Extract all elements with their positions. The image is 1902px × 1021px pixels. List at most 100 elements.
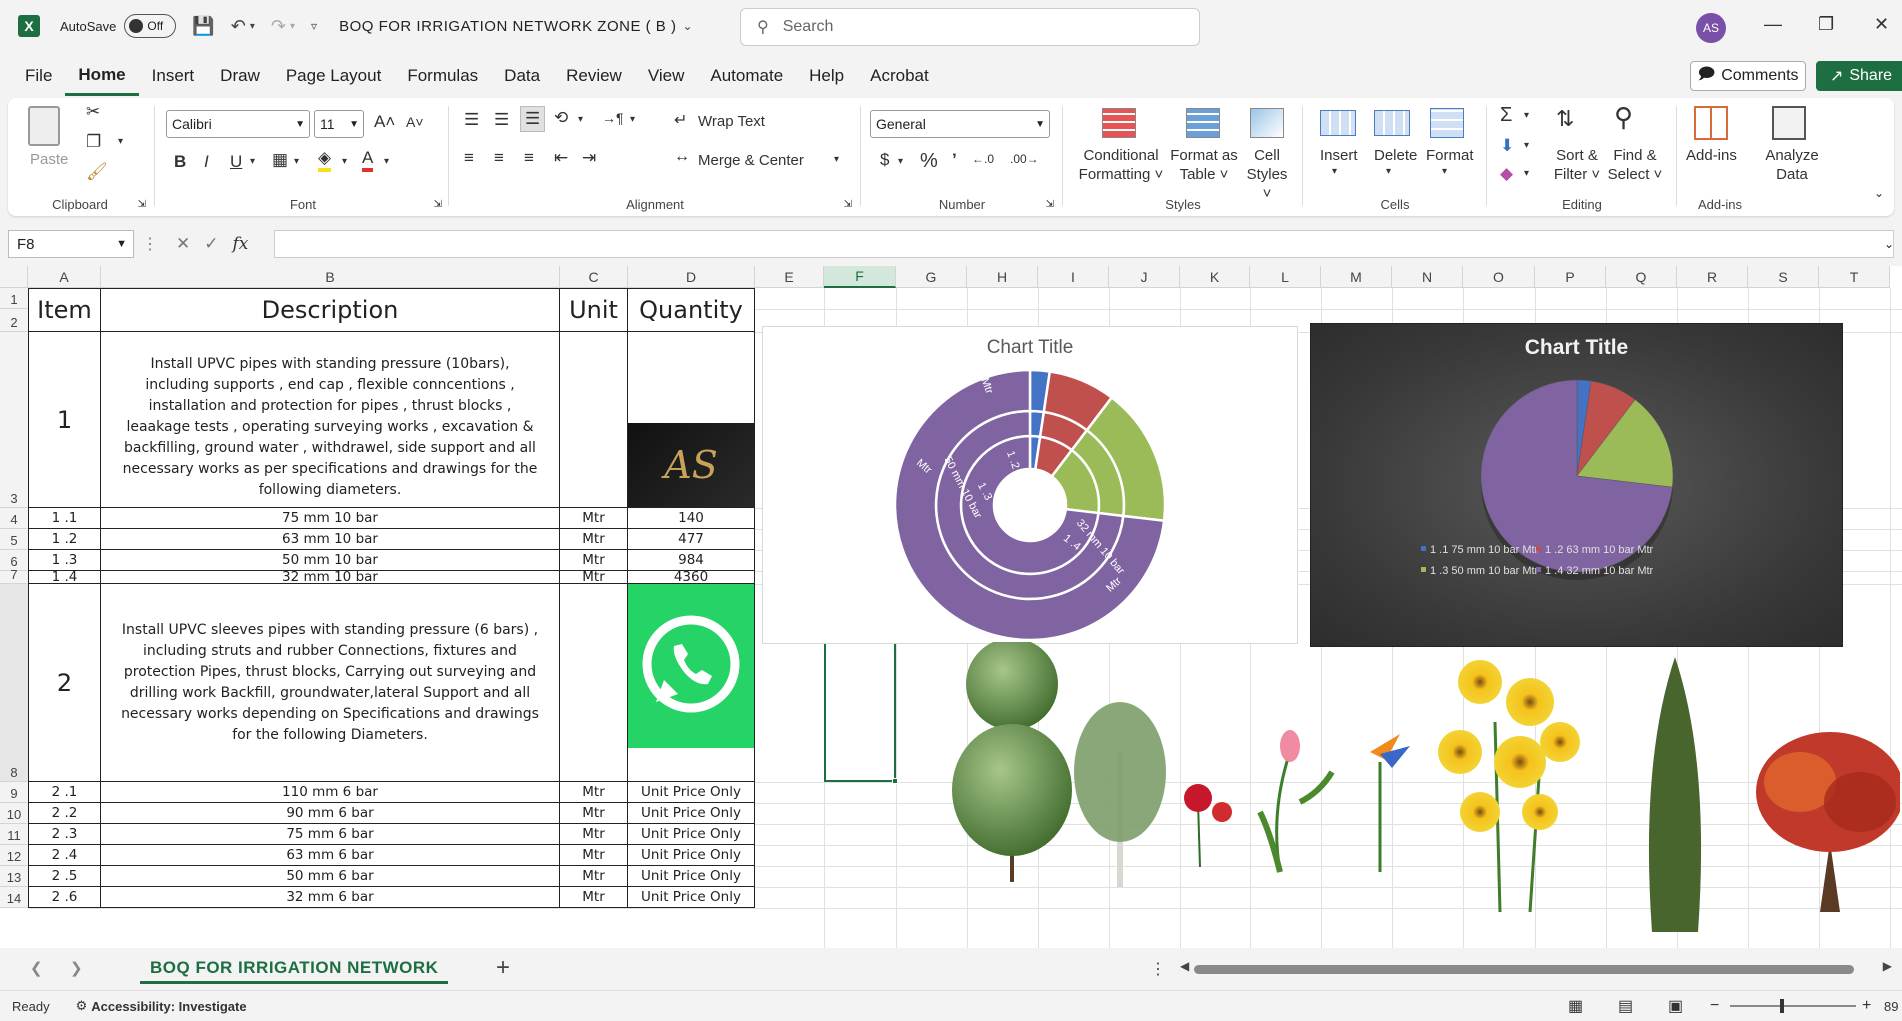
borders-dropdown-icon[interactable]: ▾ [294,156,299,167]
merge-center-icon[interactable]: ↔ [674,148,690,166]
format-as-table-button[interactable]: Format as Table ˅ [1170,146,1238,184]
increase-decimal-icon[interactable]: ←.0 [972,152,994,166]
tab-view[interactable]: View [635,56,698,96]
page-layout-view-icon[interactable]: ▤ [1618,996,1633,1016]
redo-dropdown-icon[interactable]: ▾ [290,21,295,32]
cell-description[interactable]: 32 mm 6 bar [101,887,560,908]
section1-unit[interactable] [560,332,628,508]
zoom-in-icon[interactable]: + [1862,997,1871,1015]
percent-icon[interactable]: % [920,150,938,173]
cell-description[interactable]: 63 mm 6 bar [101,845,560,866]
tab-data[interactable]: Data [491,56,553,96]
insert-function-icon[interactable]: fx [233,234,249,254]
cell-item[interactable]: 1 .2 [28,529,101,550]
cell-item[interactable]: 2 .3 [28,824,101,845]
redo-icon[interactable]: ↷ [271,16,286,37]
wrap-text-icon[interactable]: ↵ [674,110,687,130]
cell-item[interactable]: 2 .6 [28,887,101,908]
section2-quantity[interactable] [628,584,755,782]
tab-formulas[interactable]: Formulas [394,56,491,96]
tab-acrobat[interactable]: Acrobat [857,56,942,96]
enter-icon[interactable]: ✓ [204,234,218,254]
row-header-2[interactable]: 2 [0,309,28,332]
format-cells-button[interactable]: Format [1426,146,1474,165]
clipboard-launcher-icon[interactable]: ⇲ [138,199,146,210]
sort-filter-icon[interactable]: ⇅ [1556,106,1574,132]
column-header-k[interactable]: K [1180,266,1250,288]
font-color-dropdown-icon[interactable]: ▾ [384,156,389,167]
rtl-dropdown-icon[interactable]: ▾ [630,114,635,125]
decrease-decimal-icon[interactable]: .00→ [1010,152,1039,166]
pie-chart[interactable]: Chart Title 1 .1 75 mm 10 bar Mtr 1 .2 63… [1310,323,1843,647]
accessibility-status[interactable]: Accessibility: Investigate [91,999,246,1014]
column-header-n[interactable]: N [1392,266,1463,288]
increase-indent-icon[interactable]: ⇥ [582,148,596,168]
cell-quantity[interactable]: Unit Price Only [628,866,755,887]
cell-unit[interactable]: Mtr [560,824,628,845]
cell-item[interactable]: 2 .1 [28,782,101,803]
worksheet-grid[interactable]: ABCDEFGHIJKLMNOPQRST 1 2 3 4 5 6 7 8 9 10 11 12 13 14… [0,266,1902,948]
addins-button[interactable]: Add-ins [1686,146,1737,165]
header-description[interactable]: Description [101,288,560,332]
row-header-7[interactable]: 7 [0,567,28,584]
close-icon[interactable]: ✕ [1874,14,1889,35]
sheet-tab-boq[interactable]: BOQ FOR IRRIGATION NETWORK [140,954,449,984]
addins-icon[interactable] [1694,106,1728,140]
minimize-icon[interactable]: — [1764,14,1782,35]
share-button[interactable]: ↗ Share [1816,61,1902,91]
section2-unit[interactable] [560,584,628,782]
align-right-icon[interactable]: ≡ [524,148,534,168]
find-select-icon[interactable]: ⚲ [1614,102,1633,133]
section1-description[interactable]: Install UPVC pipes with standing pressur… [101,332,560,508]
number-format-select[interactable]: General ▼ [870,110,1050,138]
cell-unit[interactable]: Mtr [560,569,628,585]
avatar[interactable]: AS [1696,13,1726,43]
cell-item[interactable]: 2 .4 [28,845,101,866]
cell-description[interactable]: 75 mm 6 bar [101,824,560,845]
tab-insert[interactable]: Insert [139,56,208,96]
column-header-m[interactable]: M [1321,266,1392,288]
copy-dropdown-icon[interactable]: ▾ [118,136,123,147]
header-item[interactable]: Item [28,288,101,332]
column-header-q[interactable]: Q [1606,266,1677,288]
format-dropdown-icon[interactable]: ▾ [1442,166,1447,177]
paste-button[interactable]: Paste [30,150,68,169]
number-launcher-icon[interactable]: ⇲ [1046,199,1054,210]
cell-description[interactable]: 75 mm 10 bar [101,508,560,529]
column-header-e[interactable]: E [755,266,824,288]
column-header-t[interactable]: T [1819,266,1890,288]
fill-dropdown-icon[interactable]: ▾ [1524,140,1529,151]
cell-unit[interactable]: Mtr [560,782,628,803]
autosum-dropdown-icon[interactable]: ▾ [1524,110,1529,121]
comments-button[interactable]: 🗩 Comments [1690,61,1806,91]
more-icon[interactable]: ⋮ [142,234,158,254]
underline-dropdown-icon[interactable]: ▾ [250,156,255,167]
insert-dropdown-icon[interactable]: ▾ [1332,166,1337,177]
cell-item[interactable]: 1 .3 [28,550,101,571]
delete-cells-button[interactable]: Delete [1374,146,1417,165]
ribbon-collapse-icon[interactable]: ⌄ [1874,186,1884,200]
font-name-select[interactable]: Calibri ▼ [166,110,310,138]
borders-icon[interactable]: ▦ [272,150,288,170]
tab-review[interactable]: Review [553,56,635,96]
clear-dropdown-icon[interactable]: ▾ [1524,168,1529,179]
cell-quantity[interactable]: 984 [628,550,755,571]
clear-icon[interactable]: ◆ [1500,164,1513,184]
column-header-g[interactable]: G [896,266,967,288]
cell-styles-icon[interactable] [1250,108,1284,138]
orientation-dropdown-icon[interactable]: ▾ [578,114,583,125]
fill-color-dropdown-icon[interactable]: ▾ [342,156,347,167]
cancel-icon[interactable]: ✕ [176,234,190,254]
page-break-view-icon[interactable]: ▣ [1668,996,1683,1016]
column-header-o[interactable]: O [1463,266,1535,288]
row-header-4[interactable]: 4 [0,508,28,529]
currency-dropdown-icon[interactable]: ▾ [898,156,903,167]
cell-unit[interactable]: Mtr [560,866,628,887]
save-icon[interactable]: 💾 [192,16,214,37]
find-select-button[interactable]: Find & Select ˅ [1606,146,1664,184]
analyze-data-icon[interactable] [1772,106,1806,140]
cell-item[interactable]: 2 .2 [28,803,101,824]
name-box[interactable]: F8 ▼ [8,230,134,258]
row-header-1[interactable]: 1 [0,288,28,309]
delete-dropdown-icon[interactable]: ▾ [1386,166,1391,177]
